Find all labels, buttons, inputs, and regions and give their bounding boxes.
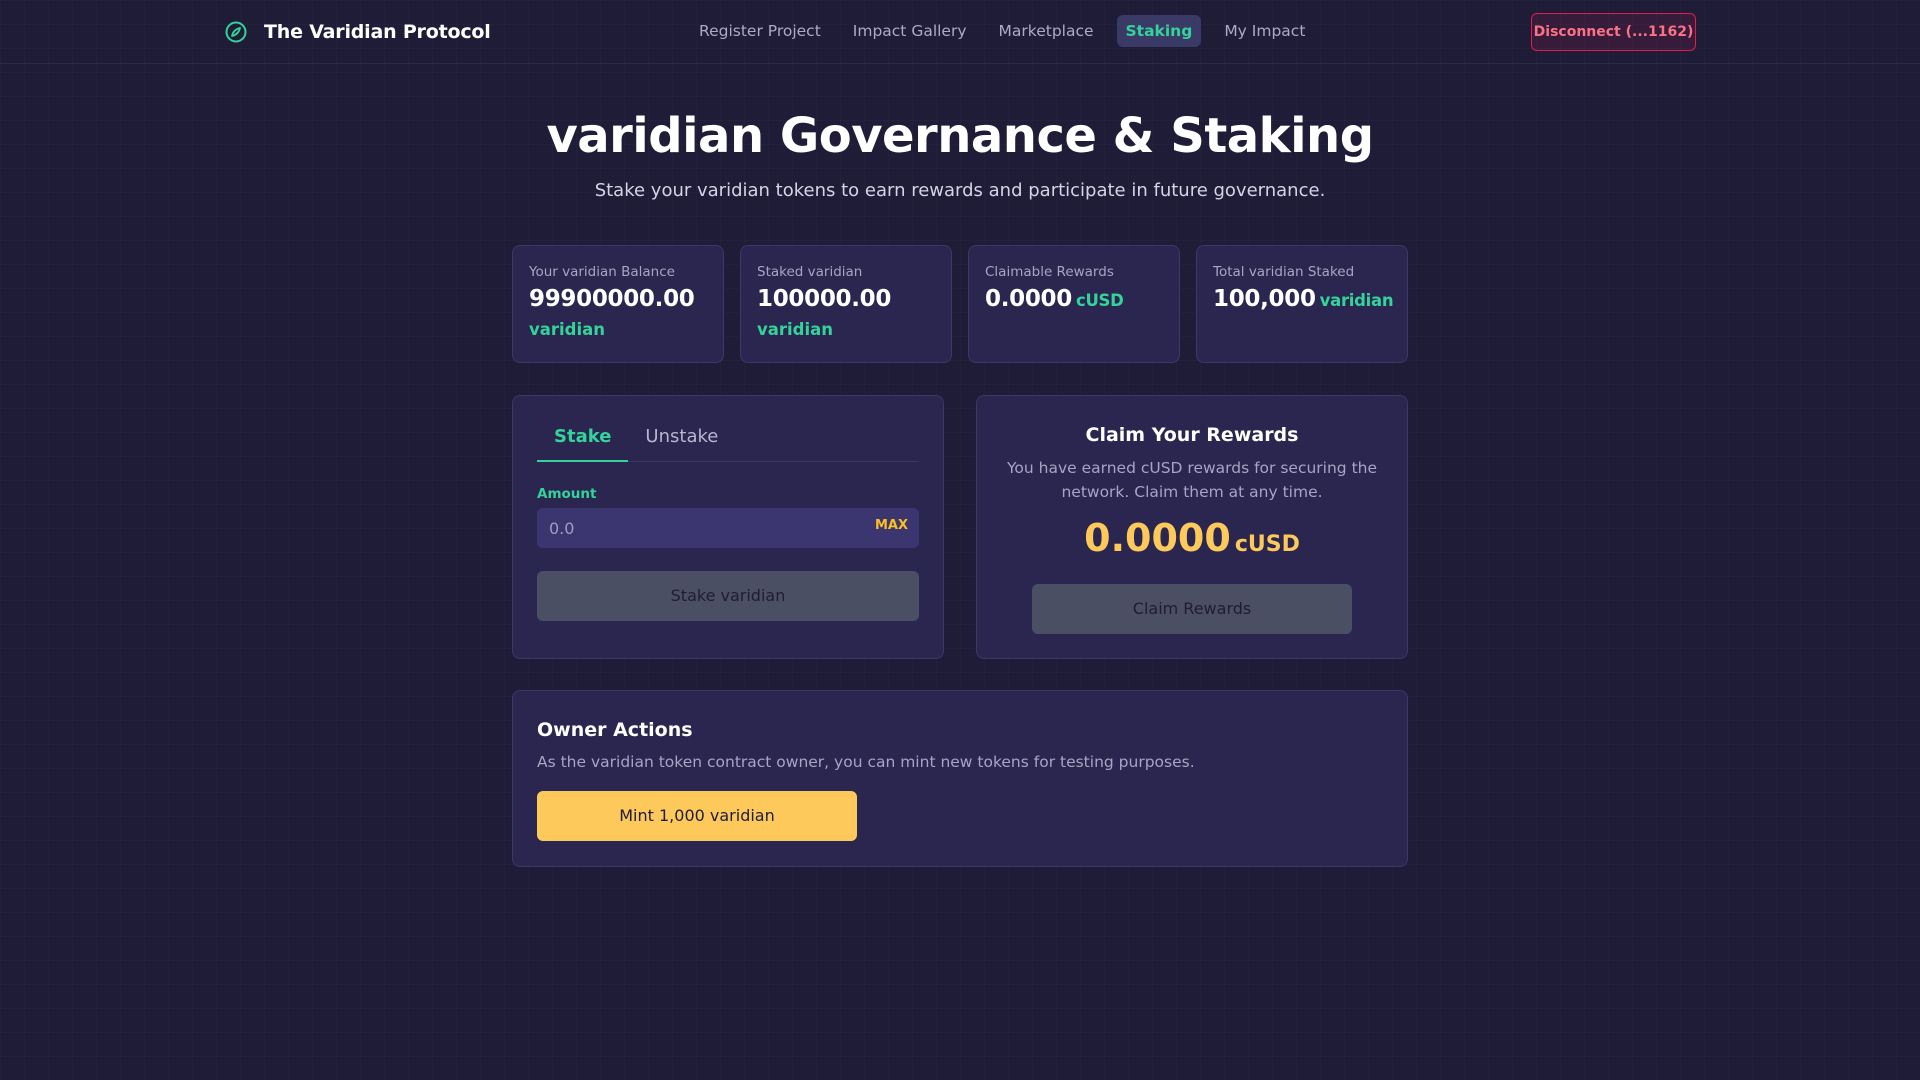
stat-unit: varidian — [529, 320, 606, 339]
owner-actions-panel: Owner Actions As the varidian token cont… — [512, 690, 1408, 867]
stat-label: Your varidian Balance — [529, 264, 675, 280]
stat-card-balance: Your varidian Balance 99900000.00 varidi… — [512, 245, 724, 363]
claim-unit: cUSD — [1234, 532, 1300, 557]
amount-input[interactable] — [537, 508, 919, 548]
nav-marketplace[interactable]: Marketplace — [990, 15, 1103, 47]
brand[interactable]: The Varidian Protocol — [224, 20, 491, 44]
owner-actions-title: Owner Actions — [537, 719, 693, 741]
top-nav-bar: The Varidian Protocol Register Project I… — [0, 0, 1920, 64]
stat-unit: varidian — [757, 320, 834, 339]
nav-staking[interactable]: Staking — [1116, 15, 1202, 47]
claim-rewards-button[interactable]: Claim Rewards — [1032, 584, 1352, 634]
stat-card-total-staked: Total varidian Staked 100,000 varidian — [1196, 245, 1408, 363]
stat-value-row: 0.0000 cUSD — [985, 286, 1163, 312]
stat-unit: cUSD — [1075, 291, 1124, 310]
stat-card-claimable-rewards: Claimable Rewards 0.0000 cUSD — [968, 245, 1180, 363]
stat-value-row: 100,000 varidian — [1213, 286, 1394, 312]
tab-stake[interactable]: Stake — [537, 420, 629, 462]
tab-unstake[interactable]: Unstake — [628, 420, 735, 462]
stat-label: Total varidian Staked — [1213, 264, 1355, 280]
nav-impact-gallery[interactable]: Impact Gallery — [844, 15, 976, 47]
stat-card-staked: Staked varidian 100000.00 varidian — [740, 245, 952, 363]
nav-register-project[interactable]: Register Project — [690, 15, 830, 47]
claim-title: Claim Your Rewards — [1085, 424, 1299, 446]
disconnect-wallet-button[interactable]: Disconnect (...1162) — [1531, 13, 1696, 51]
stake-button[interactable]: Stake varidian — [537, 571, 919, 621]
mint-tokens-button[interactable]: Mint 1,000 varidian — [537, 791, 857, 841]
stake-panel: Stake Unstake Amount MAX Stake varidian — [512, 395, 944, 659]
stat-unit: varidian — [1319, 291, 1394, 310]
stat-value: 99900000.00 — [529, 286, 695, 312]
page-title: varidian Governance & Staking — [546, 108, 1374, 164]
page-subtitle: Stake your varidian tokens to earn rewar… — [594, 180, 1326, 201]
stat-value: 100,000 — [1213, 286, 1316, 312]
stat-label: Claimable Rewards — [985, 264, 1114, 280]
amount-label: Amount — [537, 486, 597, 502]
nav-my-impact[interactable]: My Impact — [1215, 15, 1314, 47]
stat-label: Staked varidian — [757, 264, 863, 280]
owner-actions-description: As the varidian token contract owner, yo… — [537, 753, 1195, 771]
claim-rewards-panel: Claim Your Rewards You have earned cUSD … — [976, 395, 1408, 659]
claim-description: You have earned cUSD rewards for securin… — [1006, 459, 1378, 501]
leaf-circle-icon — [225, 21, 247, 43]
claim-amount: 0.0000 — [1084, 516, 1231, 560]
brand-title: The Varidian Protocol — [264, 21, 491, 43]
stake-tabs: Stake Unstake — [537, 420, 919, 462]
claim-amount-display: 0.0000 cUSD — [977, 516, 1407, 560]
stat-value: 0.0000 — [985, 286, 1072, 312]
stat-value: 100000.00 — [757, 286, 892, 312]
main-nav: Register Project Impact Gallery Marketpl… — [690, 15, 1328, 47]
max-button[interactable]: MAX — [875, 518, 908, 533]
